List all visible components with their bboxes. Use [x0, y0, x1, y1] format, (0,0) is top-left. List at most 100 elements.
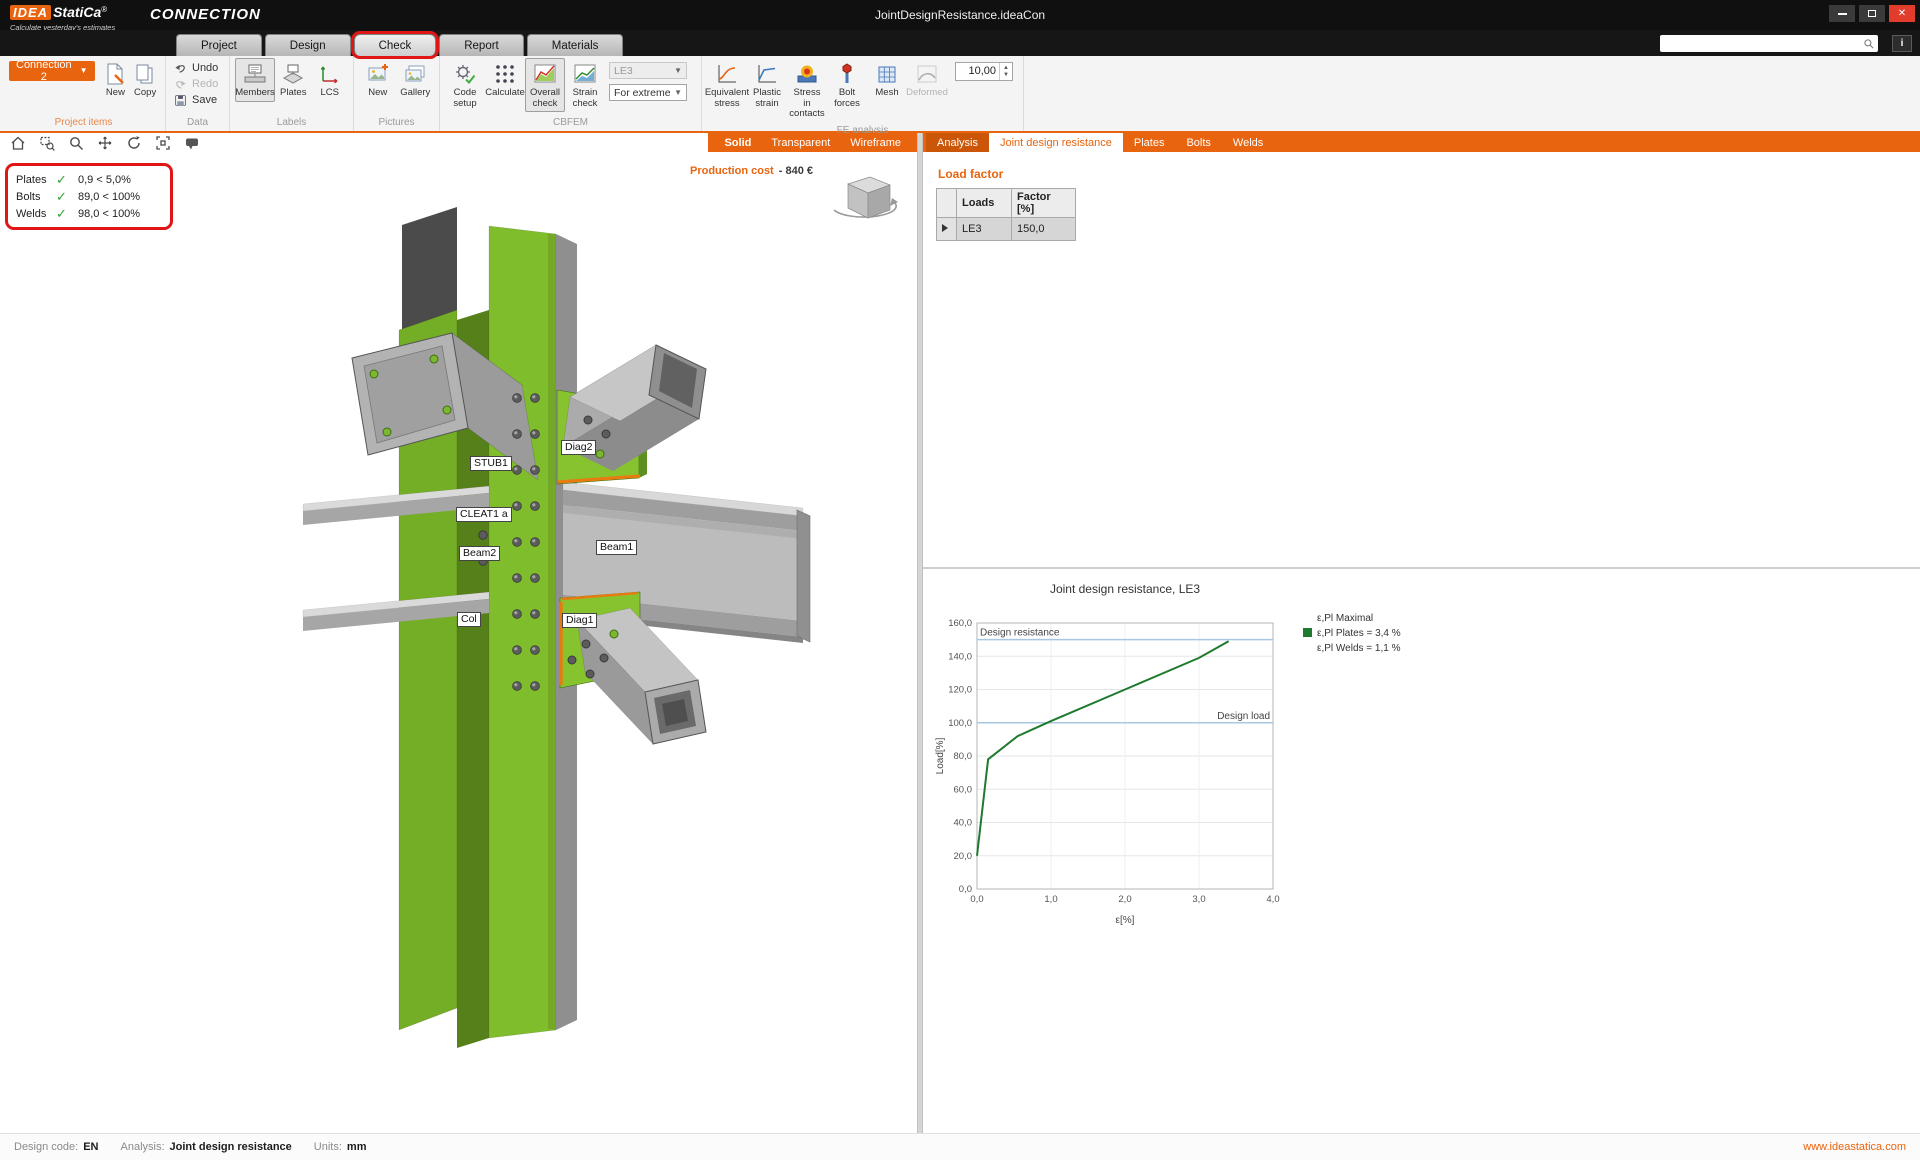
check-pass-icon: ✓	[56, 189, 78, 205]
home-view-icon[interactable]	[10, 135, 26, 151]
labels-plates-toggle[interactable]: Plates	[275, 58, 312, 102]
zoom-window-icon[interactable]	[39, 135, 55, 151]
cell-factor[interactable]: 150,0	[1012, 218, 1076, 241]
member-label-col[interactable]: Col	[457, 612, 481, 627]
redo-button[interactable]: Redo	[171, 76, 224, 92]
svg-text:120,0: 120,0	[948, 685, 972, 696]
navigation-cube[interactable]	[826, 168, 904, 230]
tab-project[interactable]: Project	[176, 34, 262, 56]
resistance-chart: 0,020,040,060,080,0100,0120,0140,0160,00…	[931, 573, 1611, 933]
svg-text:2,0: 2,0	[1118, 894, 1131, 905]
svg-text:160,0: 160,0	[948, 618, 972, 629]
extreme-dropdown[interactable]: For extreme▼	[609, 84, 687, 101]
load-factor-title: Load factor	[938, 167, 1920, 181]
copy-button[interactable]: Copy	[130, 58, 160, 102]
labels-members-toggle[interactable]: Members	[235, 58, 275, 102]
svg-text:0,0: 0,0	[970, 894, 983, 905]
member-label-beam2[interactable]: Beam2	[459, 546, 500, 561]
calculate-button[interactable]: Calculate	[485, 58, 525, 102]
member-label-diag2[interactable]: Diag2	[561, 440, 596, 455]
labels-lcs-toggle[interactable]: LCS	[312, 58, 349, 102]
code-setup-button[interactable]: Code setup	[445, 58, 485, 112]
minimize-button[interactable]	[1829, 5, 1855, 22]
close-button[interactable]: ✕	[1889, 5, 1915, 22]
equivalent-stress-button[interactable]: Equivalent stress	[707, 58, 747, 112]
tab-materials[interactable]: Materials	[527, 34, 624, 56]
maximize-button[interactable]	[1859, 5, 1885, 22]
display-mode-transparent[interactable]: Transparent	[771, 137, 830, 149]
search-box	[1660, 35, 1878, 52]
strain-check-button[interactable]: Strain check	[565, 58, 605, 112]
plates-label-icon	[281, 62, 305, 86]
member-label-stub1[interactable]: STUB1	[470, 456, 512, 471]
titlebar: IDEAStatiCa® Calculate yesterday's estim…	[0, 0, 1920, 30]
tab-design[interactable]: Design	[265, 34, 351, 56]
viewport-3d-area[interactable]: Plates ✓ 0,9 < 5,0% Bolts ✓ 89,0 < 100% …	[0, 152, 917, 1133]
picture-gallery-button[interactable]: Gallery	[397, 58, 435, 102]
display-mode-solid[interactable]: Solid	[724, 137, 751, 149]
chevron-down-icon: ▼	[80, 67, 88, 75]
mesh-button[interactable]: Mesh	[867, 58, 907, 102]
spinner-down-icon[interactable]: ▼	[1003, 72, 1009, 79]
load-factor-table: Loads Factor [%] LE3 150,0	[936, 188, 1076, 241]
search-input[interactable]	[1665, 37, 1863, 50]
check-pass-icon: ✓	[56, 206, 78, 222]
bolt-forces-button[interactable]: Bolt forces	[827, 58, 867, 112]
tab-joint-design-resistance[interactable]: Joint design resistance	[989, 133, 1123, 152]
deformed-button[interactable]: Deformed	[907, 58, 947, 102]
strain-check-icon	[573, 62, 597, 86]
table-row[interactable]: LE3 150,0	[937, 218, 1076, 241]
new-picture-icon	[366, 62, 390, 86]
spinner-up-icon[interactable]: ▲	[1003, 65, 1009, 72]
cell-loads[interactable]: LE3	[957, 218, 1012, 241]
zoom-fit-icon[interactable]	[155, 135, 171, 151]
save-button[interactable]: Save	[171, 92, 224, 108]
stress-in-contacts-button[interactable]: Stress in contacts	[787, 58, 827, 123]
ribbon: Connection 2▼ New Copy Project items Und…	[0, 56, 1920, 133]
column-header-factor: Factor [%]	[1012, 189, 1076, 218]
pan-icon[interactable]	[97, 135, 113, 151]
display-mode-wireframe[interactable]: Wireframe	[850, 137, 901, 149]
tab-analysis[interactable]: Analysis	[926, 133, 989, 152]
results-panel: Load factor Loads Factor [%] LE3 150,0 0…	[923, 152, 1920, 1133]
info-button[interactable]: i	[1892, 35, 1912, 52]
website-link[interactable]: www.ideastatica.com	[1803, 1141, 1906, 1153]
ribbon-group-labels: Members Plates LCS Labels	[230, 56, 354, 131]
restore-icon	[1868, 10, 1876, 17]
svg-text:4,0: 4,0	[1266, 894, 1279, 905]
column-member[interactable]	[399, 207, 577, 1048]
member-label-beam1[interactable]: Beam1	[596, 540, 637, 555]
check-summary-box: Plates ✓ 0,9 < 5,0% Bolts ✓ 89,0 < 100% …	[5, 163, 173, 230]
connection-selector[interactable]: Connection 2▼	[9, 61, 95, 81]
table-corner-cell	[937, 189, 957, 218]
new-project-item-button[interactable]: New	[101, 58, 131, 102]
undo-button[interactable]: Undo	[171, 60, 224, 76]
plastic-strain-button[interactable]: Plastic strain	[747, 58, 787, 112]
deformed-scale-spinner[interactable]: 10,00 ▲▼	[955, 62, 1013, 81]
svg-text:Design load: Design load	[1217, 711, 1270, 722]
tab-bolts[interactable]: Bolts	[1175, 133, 1221, 152]
tab-report[interactable]: Report	[439, 34, 524, 56]
row-selector[interactable]	[937, 218, 957, 241]
tab-welds[interactable]: Welds	[1222, 133, 1274, 152]
picture-new-button[interactable]: New	[359, 58, 397, 102]
load-case-dropdown[interactable]: LE3▼	[609, 62, 687, 79]
rotate-view-icon[interactable]	[126, 135, 142, 151]
bolt-forces-icon	[835, 62, 859, 86]
check-pass-icon: ✓	[56, 172, 78, 188]
connection-3d-model[interactable]	[0, 152, 917, 1133]
tab-plates[interactable]: Plates	[1123, 133, 1176, 152]
tab-check[interactable]: Check	[354, 34, 437, 56]
overall-check-button[interactable]: Overall check	[525, 58, 565, 112]
status-bar: Design code: EN Analysis: Joint design r…	[0, 1133, 1920, 1160]
group-label-labels: Labels	[235, 115, 348, 131]
member-label-cleat1[interactable]: CLEAT1 a	[456, 507, 512, 522]
svg-text:100,0: 100,0	[948, 718, 972, 729]
group-label-data: Data	[171, 115, 224, 131]
label-tool-icon[interactable]	[184, 135, 200, 151]
minimize-icon	[1838, 13, 1847, 15]
member-label-diag1[interactable]: Diag1	[562, 613, 597, 628]
diag2-member[interactable]	[557, 345, 706, 484]
search-icon[interactable]	[1863, 38, 1875, 50]
zoom-icon[interactable]	[68, 135, 84, 151]
